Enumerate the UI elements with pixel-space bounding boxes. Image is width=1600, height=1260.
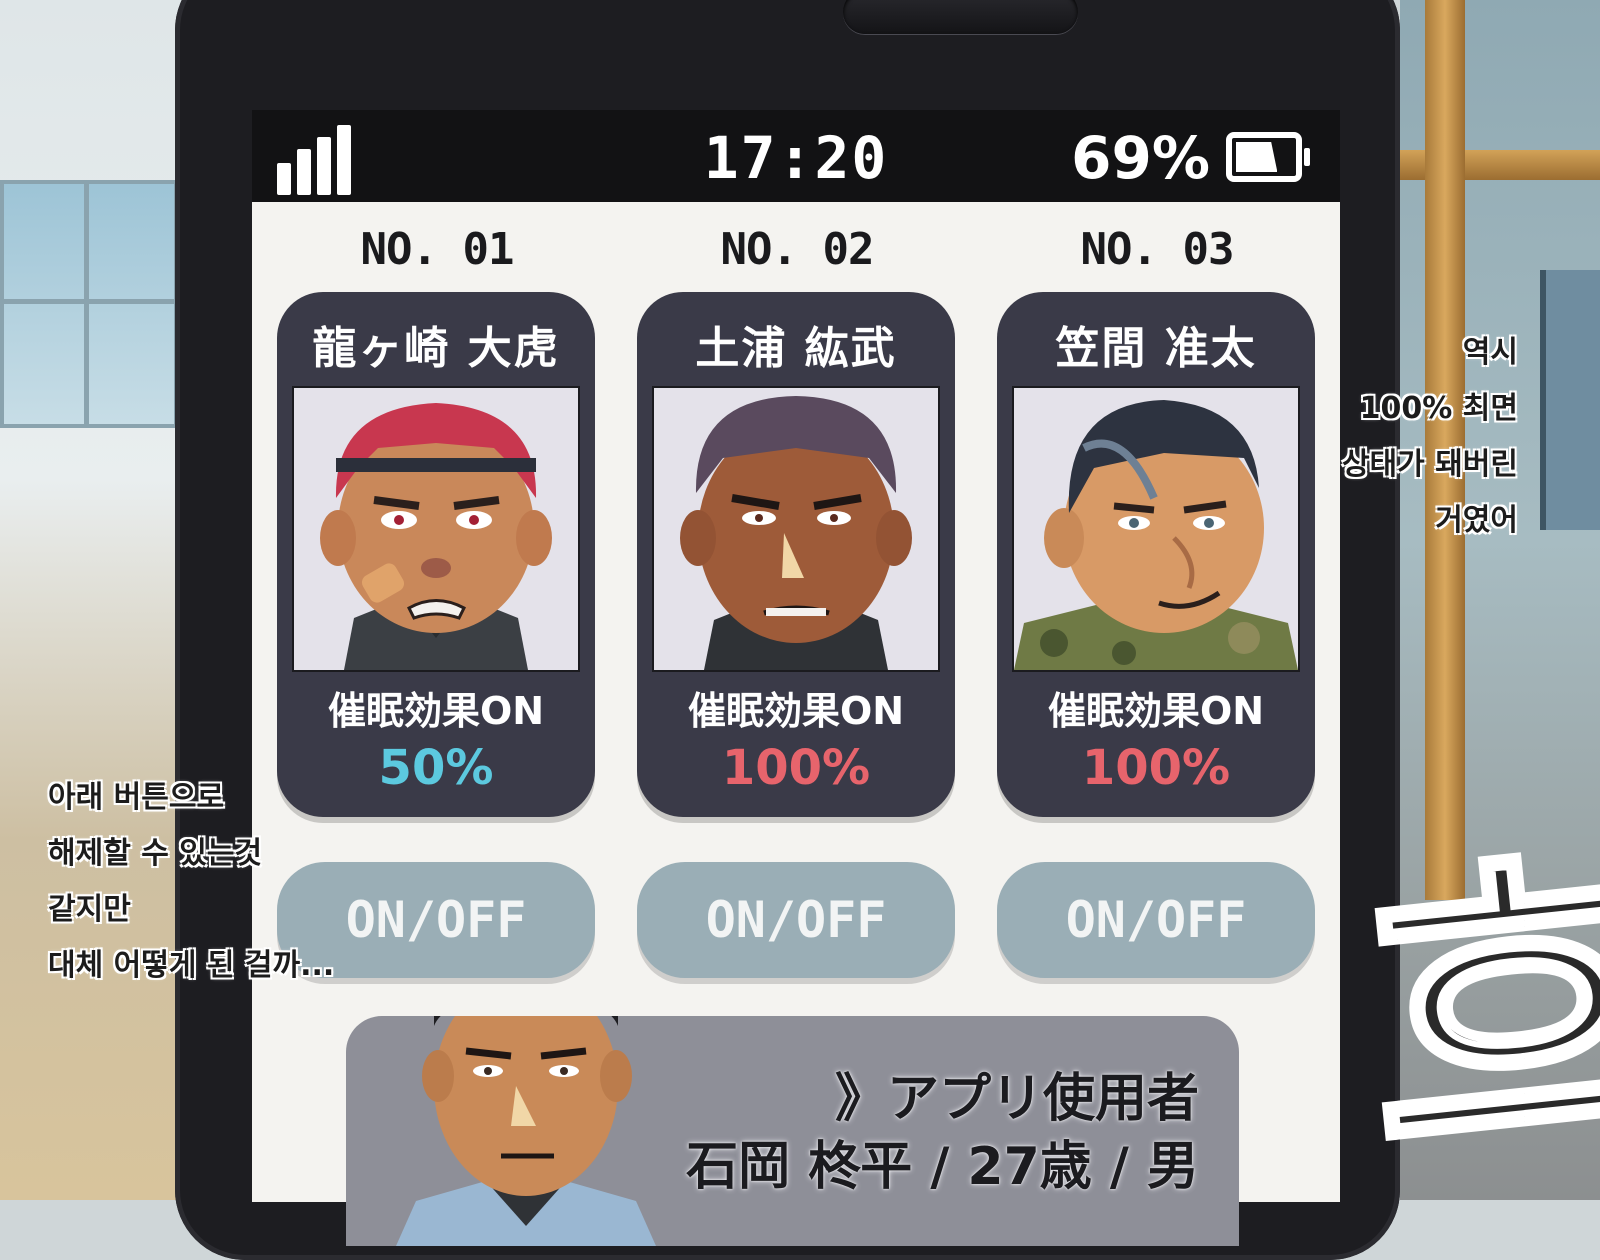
background-window-left — [0, 180, 178, 428]
target-card-2[interactable]: 土浦 紘武 催眠効果ON 100% — [637, 292, 955, 817]
caption-line: 대체 어떻게 된 걸까... — [48, 948, 335, 983]
target-card-1[interactable]: 龍ヶ崎 大虎 催眠効果ON 50% — [277, 292, 595, 817]
battery-percent: 69% — [1071, 124, 1210, 192]
caption-left: 아래 버튼으로 해제할 수 있는것 같지만 대체 어떻게 된 걸까... — [48, 770, 334, 994]
app-screen: NO. 01 龍ヶ崎 大虎 催眠効果ON 50% ON/OFF NO. 02 土… — [252, 202, 1340, 1246]
card-name: 笠間 准太 — [1055, 323, 1257, 374]
card-name: 龍ヶ崎 大虎 — [312, 323, 560, 374]
character-portrait — [1012, 386, 1300, 672]
effect-label: 催眠効果ON — [327, 689, 545, 733]
caption-line: 아래 버튼으로 — [48, 780, 225, 815]
app-user-panel: 》アプリ使用者 石岡 柊平 / 27歳 / 男 — [346, 1016, 1239, 1246]
toggle-button-3[interactable]: ON/OFF — [997, 862, 1315, 978]
effect-value: 100% — [721, 740, 871, 796]
effect-value: 100% — [1081, 740, 1231, 796]
effect-label: 催眠効果ON — [687, 689, 905, 733]
card-number: NO. 03 — [1080, 224, 1235, 275]
card-number: NO. 01 — [360, 224, 515, 275]
portrait-illustration — [1014, 388, 1298, 670]
user-portrait — [396, 1016, 656, 1246]
character-portrait — [292, 386, 580, 672]
caption-line: 100% 최면 — [1359, 391, 1518, 426]
app-user-info: 石岡 柊平 / 27歳 / 男 — [686, 1137, 1199, 1197]
portrait-illustration — [654, 388, 938, 670]
target-card-3[interactable]: 笠間 准太 催眠効果ON 100% — [997, 292, 1315, 817]
caption-line: 같지만 — [48, 892, 131, 927]
phone-speaker — [843, 0, 1078, 34]
caption-right: 역시 100% 최면 상태가 돼버린 거였어 — [1342, 325, 1518, 549]
background-window-right — [1540, 270, 1600, 530]
card-number: NO. 02 — [720, 224, 875, 275]
caption-line: 해제할 수 있는것 — [48, 836, 263, 871]
caption-line: 역시 — [1462, 335, 1518, 370]
battery-icon — [1226, 132, 1310, 182]
effect-label: 催眠効果ON — [1047, 689, 1265, 733]
portrait-illustration — [294, 388, 578, 670]
battery-fill — [1236, 142, 1278, 172]
status-bar: 17:20 69% — [252, 110, 1340, 202]
sound-effect-text: 흐 — [1343, 805, 1600, 1225]
app-user-role: 》アプリ使用者 — [834, 1069, 1199, 1129]
caption-line: 상태가 돼버린 — [1341, 447, 1518, 482]
caption-line: 거였어 — [1435, 503, 1518, 538]
card-name: 土浦 紘武 — [695, 323, 897, 374]
toggle-button-2[interactable]: ON/OFF — [637, 862, 955, 978]
character-portrait — [652, 386, 940, 672]
